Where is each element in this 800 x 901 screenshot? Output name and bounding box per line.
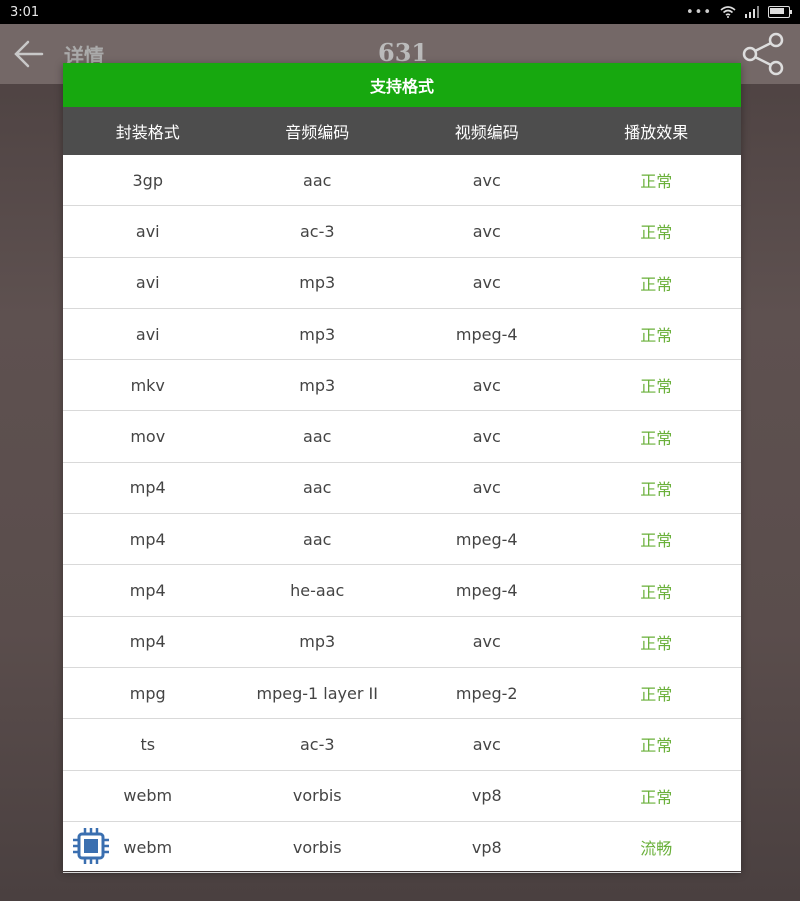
playback-effect-cell: 正常 xyxy=(640,787,673,807)
back-arrow-icon[interactable] xyxy=(10,34,50,74)
table-row: mp4 aac mpeg-4 正常 xyxy=(63,514,741,566)
video-codec-cell: avc xyxy=(472,478,501,498)
table-row: avi mp3 mpeg-4 正常 xyxy=(63,309,741,361)
video-codec-cell: avc xyxy=(472,375,501,395)
container-format-cell: mp4 xyxy=(129,529,166,549)
battery-icon xyxy=(768,6,792,18)
playback-effect-cell: 流畅 xyxy=(640,839,673,858)
column-header-video: 视频编码 xyxy=(454,123,519,142)
table-row: mpg mpeg-1 layer II mpeg-2 正常 xyxy=(63,668,741,720)
audio-codec-cell: vorbis xyxy=(292,786,342,806)
table-row: mov aac avc 正常 xyxy=(63,411,741,463)
column-header-container: 封装格式 xyxy=(115,123,180,142)
audio-codec-cell: mp3 xyxy=(299,375,336,395)
audio-codec-cell: aac xyxy=(303,427,332,447)
playback-effect-cell: 正常 xyxy=(640,736,673,756)
dialog-title: 支持格式 xyxy=(63,63,741,107)
table-row: 3gp aac avc 正常 xyxy=(63,155,741,207)
playback-effect-cell: 正常 xyxy=(640,223,673,243)
table-row: mp4 he-aac mpeg-4 正常 xyxy=(63,565,741,617)
video-codec-cell: mpeg-4 xyxy=(455,324,518,344)
playback-effect-cell: 正常 xyxy=(640,172,673,192)
container-format-cell: mp4 xyxy=(129,632,166,652)
wifi-icon xyxy=(720,6,736,18)
container-format-cell: mov xyxy=(130,427,166,447)
video-codec-cell: avc xyxy=(472,632,501,652)
container-format-cell: avi xyxy=(135,221,160,241)
container-format-cell: avi xyxy=(135,273,160,293)
table-row: avi ac-3 avc 正常 xyxy=(63,206,741,258)
video-codec-cell: mpeg-4 xyxy=(455,581,518,601)
table-row: mp4 mp3 avc 正常 xyxy=(63,617,741,668)
video-codec-cell: avc xyxy=(472,734,501,754)
container-format-cell: avi xyxy=(135,324,160,344)
container-format-cell: ts xyxy=(140,734,156,754)
table-row: mp4 aac avc 正常 xyxy=(63,463,741,515)
video-codec-cell: mpeg-2 xyxy=(455,683,518,703)
audio-codec-cell: aac xyxy=(303,170,332,190)
playback-effect-cell: 正常 xyxy=(640,685,673,705)
supported-formats-dialog: 支持格式 封装格式 音频编码 视频编码 播放效果 3gp aac avc 正常 avi a… xyxy=(63,63,741,874)
status-bar: 3:01 ••• xyxy=(0,0,800,24)
container-format-cell: 3gp xyxy=(132,170,164,190)
table-row: avi mp3 avc 正常 xyxy=(63,258,741,309)
audio-codec-cell: mpeg-1 layer II xyxy=(256,683,378,703)
status-icons: ••• xyxy=(685,4,792,20)
table-row: ts ac-3 avc 正常 xyxy=(63,719,741,771)
audio-codec-cell: mp3 xyxy=(299,324,336,344)
playback-effect-cell: 正常 xyxy=(640,274,673,294)
playback-effect-cell: 正常 xyxy=(640,531,673,551)
notification-dots-icon: ••• xyxy=(685,4,712,20)
table-row: webm vorbis vp8 流畅 xyxy=(63,822,741,874)
table-header: 封装格式 音频编码 视频编码 播放效果 xyxy=(63,107,741,155)
audio-codec-cell: ac-3 xyxy=(299,221,335,241)
audio-codec-cell: mp3 xyxy=(299,273,336,293)
video-codec-cell: vp8 xyxy=(471,837,502,857)
playback-effect-cell: 正常 xyxy=(640,582,673,602)
column-header-effect: 播放效果 xyxy=(624,123,689,142)
audio-codec-cell: aac xyxy=(303,529,332,549)
status-time: 3:01 xyxy=(10,4,40,20)
cpu-chip-icon[interactable] xyxy=(71,826,111,866)
container-format-cell: mp4 xyxy=(129,581,166,601)
audio-codec-cell: aac xyxy=(303,478,332,498)
video-codec-cell: mpeg-4 xyxy=(455,529,518,549)
container-format-cell: mkv xyxy=(130,375,165,395)
container-format-cell: mp4 xyxy=(129,478,166,498)
table-row: mkv mp3 avc 正常 xyxy=(63,360,741,412)
playback-effect-cell: 正常 xyxy=(640,479,673,499)
signal-icon xyxy=(745,6,759,18)
share-icon[interactable] xyxy=(740,32,788,76)
column-header-audio: 音频编码 xyxy=(285,123,350,142)
format-table-body: 3gp aac avc 正常 avi ac-3 avc 正常 avi mp3 avc 正常 avi mp3… xyxy=(63,155,741,874)
playback-effect-cell: 正常 xyxy=(640,633,673,653)
video-codec-cell: avc xyxy=(472,170,501,190)
playback-effect-cell: 正常 xyxy=(640,326,673,346)
video-codec-cell: avc xyxy=(472,427,501,447)
container-format-cell: webm xyxy=(123,786,173,806)
video-codec-cell: avc xyxy=(472,273,501,293)
audio-codec-cell: vorbis xyxy=(292,837,342,857)
audio-codec-cell: mp3 xyxy=(299,632,336,652)
playback-effect-cell: 正常 xyxy=(640,428,673,448)
container-format-cell: mpg xyxy=(129,683,166,703)
video-codec-cell: avc xyxy=(472,221,501,241)
playback-effect-cell: 正常 xyxy=(640,377,673,397)
audio-codec-cell: ac-3 xyxy=(299,734,335,754)
audio-codec-cell: he-aac xyxy=(290,581,345,601)
video-codec-cell: vp8 xyxy=(471,786,502,806)
table-row: webm vorbis vp8 正常 xyxy=(63,771,741,822)
